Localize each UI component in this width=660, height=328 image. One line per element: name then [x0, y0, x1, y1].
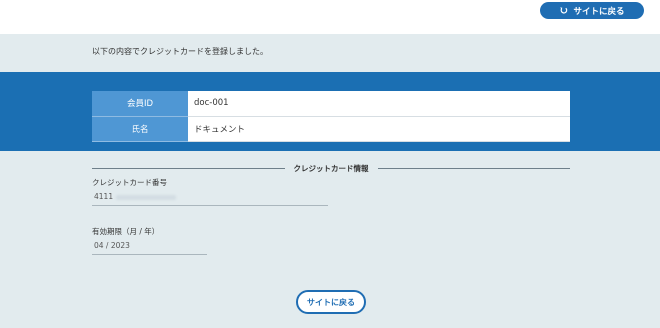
member-id-value: doc-001	[188, 91, 570, 117]
page-content: 以下の内容でクレジットカードを登録しました。 会員ID doc-001 氏名 ド…	[0, 34, 660, 328]
bottom-back-to-site-button[interactable]: サイトに戻る	[296, 290, 366, 314]
top-bar: サイトに戻る	[0, 0, 660, 34]
table-row: 会員ID doc-001	[92, 91, 570, 117]
expiry-label: 有効期限（月 / 年）	[92, 227, 160, 236]
member-info-table: 会員ID doc-001 氏名 ドキュメント	[92, 91, 570, 142]
back-to-site-label: サイトに戻る	[573, 6, 625, 17]
member-name-label: 氏名	[92, 116, 188, 142]
member-name-value: ドキュメント	[188, 116, 570, 142]
card-number-field: 4111	[92, 192, 328, 206]
divider	[377, 167, 570, 169]
expiry-field: 04 / 2023	[92, 241, 207, 255]
back-to-site-button[interactable]: サイトに戻る	[540, 2, 644, 19]
expiry-value: 04 / 2023	[94, 241, 130, 250]
credit-card-section-heading: クレジットカード情報	[92, 162, 570, 174]
credit-card-section-title: クレジットカード情報	[293, 163, 369, 173]
member-id-label: 会員ID	[92, 91, 188, 117]
return-arrow-icon	[560, 7, 568, 14]
confirmation-message: 以下の内容でクレジットカードを登録しました。	[92, 47, 268, 56]
divider	[92, 167, 285, 169]
card-number-value: 4111	[94, 192, 114, 201]
member-info-band: 会員ID doc-001 氏名 ドキュメント	[0, 72, 660, 151]
card-number-label: クレジットカード番号	[92, 178, 167, 187]
table-row: 氏名 ドキュメント	[92, 116, 570, 142]
masked-digits	[116, 194, 177, 200]
